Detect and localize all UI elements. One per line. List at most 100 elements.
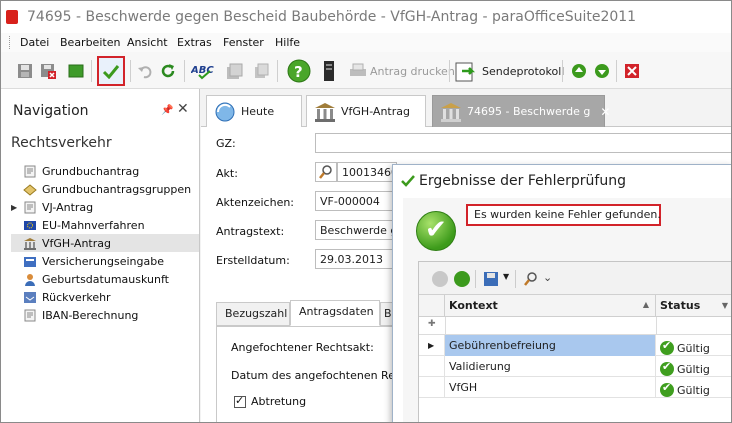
- menu-hilfe[interactable]: Hilfe: [275, 36, 300, 49]
- table-row[interactable]: Validierung Gültig: [419, 356, 731, 377]
- undo-icon: [138, 66, 152, 79]
- grid-up-icon[interactable]: [432, 271, 448, 287]
- refresh-icon: [161, 64, 175, 78]
- menu-fenster[interactable]: Fenster: [223, 36, 264, 49]
- nav-item-grundbuchantrag[interactable]: Grundbuchantrag: [11, 162, 199, 180]
- print-stack-button[interactable]: [250, 60, 272, 82]
- pin-icon[interactable]: 📌: [161, 105, 173, 116]
- menu-ansicht[interactable]: Ansicht: [127, 36, 168, 49]
- gz-input[interactable]: [315, 133, 731, 153]
- nav-item-grundbuchantragsgruppen[interactable]: Grundbuchantragsgruppen: [11, 180, 199, 198]
- disk-stack-icon: [227, 63, 243, 79]
- toolbar-separator: [130, 60, 131, 82]
- valid-check-icon: [660, 381, 674, 397]
- valid-check-icon: [660, 339, 674, 355]
- app-icon: [6, 10, 18, 24]
- save-close-icon: [41, 64, 56, 79]
- aktenzeichen-label: Aktenzeichen:: [216, 196, 295, 209]
- nav-item-eu-mahnverfahren[interactable]: EU-Mahnverfahren: [11, 216, 199, 234]
- print-button[interactable]: [347, 60, 369, 82]
- grid-down-icon[interactable]: [454, 271, 470, 287]
- grid-save-icon[interactable]: [483, 271, 499, 287]
- aktenzeichen-input[interactable]: VF-000004: [315, 191, 395, 211]
- abtretung-checkbox[interactable]: [234, 394, 246, 408]
- nav-item-vj-antrag[interactable]: ▶ VJ-Antrag: [11, 198, 199, 216]
- tab-heute[interactable]: Heute: [206, 95, 302, 127]
- subtab-bezugszahl[interactable]: Bezugszahl: [216, 302, 290, 326]
- menu-datei[interactable]: Datei: [20, 36, 49, 49]
- disk-stack-button[interactable]: [223, 60, 245, 82]
- tab-74695-beschwerde[interactable]: 74695 - Beschwerde g ✕: [432, 95, 610, 127]
- tab-close-icon[interactable]: ✕: [600, 105, 610, 119]
- spellcheck-button[interactable]: ABC: [191, 60, 217, 82]
- calculator-icon: [23, 309, 37, 322]
- move-up-button[interactable]: [568, 60, 590, 82]
- nav-item-vfgh-antrag[interactable]: VfGH-Antrag: [11, 234, 199, 252]
- table-row[interactable]: VfGH Gültig: [419, 377, 731, 398]
- navigation-close-icon[interactable]: ✕: [177, 101, 189, 117]
- toolbar-separator: [616, 60, 617, 82]
- results-grid: ▼ ⌄ Kontext ▲ Status ▼ ✚ ▶ Gebührenbefre…: [418, 261, 731, 422]
- column-status[interactable]: Status ▼: [656, 295, 731, 317]
- nav-item-iban-berechnung[interactable]: IBAN-Berechnung: [11, 306, 199, 324]
- refresh-button[interactable]: [157, 60, 179, 82]
- erstelldatum-input[interactable]: 29.03.2013: [315, 249, 395, 269]
- nav-item-versicherungseingabe[interactable]: Versicherungseingabe: [11, 252, 199, 270]
- close-icon: [625, 64, 639, 78]
- chevron-down-icon[interactable]: ⌄: [543, 271, 552, 284]
- grid-search-icon[interactable]: [523, 271, 539, 287]
- expand-arrow-icon[interactable]: ▶: [11, 203, 23, 212]
- nav-item-rueckverkehr[interactable]: Rückverkehr: [11, 288, 199, 306]
- grid-filter-row[interactable]: ✚: [419, 317, 731, 335]
- document-tabs: Heute VfGH-Antrag 74695 - Beschwerde g ✕: [201, 89, 731, 127]
- navigation-section-heading: Rechtsverkehr: [11, 135, 112, 151]
- save-close-button[interactable]: [37, 60, 59, 82]
- spellcheck-icon: ABC: [191, 65, 214, 80]
- sort-asc-icon: ▲: [642, 300, 649, 309]
- filter-icon: ✚: [428, 319, 436, 329]
- search-icon: [319, 165, 332, 179]
- toolbar-separator: [91, 60, 92, 82]
- menu-extras[interactable]: Extras: [177, 36, 212, 49]
- inbox-icon: [23, 291, 37, 304]
- dialog-title: Ergebnisse der Fehlerprüfung: [419, 173, 626, 189]
- akt-input[interactable]: 10013460-: [337, 162, 397, 182]
- antrag-drucken-button[interactable]: Antrag drucken: [370, 65, 455, 78]
- toolbar-separator: [184, 60, 185, 82]
- app-window: 74695 - Beschwerde gegen Bescheid Baubeh…: [0, 0, 732, 423]
- insurance-icon: [23, 255, 37, 268]
- valid-check-icon: [660, 360, 674, 376]
- subtab-antragsdaten[interactable]: Antragsdaten: [290, 300, 380, 326]
- akt-search-button[interactable]: [315, 162, 337, 182]
- table-row[interactable]: ▶ Gebührenbefreiung Gültig: [419, 335, 731, 356]
- globe-refresh-icon: [213, 101, 237, 123]
- abtretung-checkbox-row[interactable]: Abtretung: [234, 394, 306, 408]
- server-button[interactable]: [318, 60, 340, 82]
- filter-dropdown-icon[interactable]: ▼: [722, 301, 728, 310]
- close-button[interactable]: [621, 60, 643, 82]
- grid-toolbar: ▼ ⌄: [419, 262, 731, 295]
- window-title: 74695 - Beschwerde gegen Bescheid Baubeh…: [27, 9, 637, 25]
- stop-button[interactable]: [65, 60, 87, 82]
- sendeprotokoll-button[interactable]: Sendeprotokoll: [482, 65, 564, 78]
- document-icon: [23, 201, 37, 214]
- tab-vfgh-antrag[interactable]: VfGH-Antrag: [306, 95, 426, 127]
- check-icon: [401, 175, 415, 187]
- antragstext-input[interactable]: Beschwerde ge: [315, 220, 395, 240]
- column-kontext[interactable]: Kontext ▲: [445, 295, 656, 317]
- undo-button[interactable]: [134, 60, 156, 82]
- akt-label: Akt:: [216, 167, 238, 180]
- menu-bearbeiten[interactable]: Bearbeiten: [60, 36, 120, 49]
- help-icon: ?: [287, 59, 311, 83]
- move-down-button[interactable]: [591, 60, 613, 82]
- grid-header: Kontext ▲ Status ▼: [419, 295, 731, 317]
- help-button[interactable]: ?: [286, 58, 312, 84]
- chevron-down-icon[interactable]: ▼: [503, 272, 509, 281]
- send-icon: [455, 62, 476, 82]
- court-building-icon: [313, 101, 337, 123]
- send-button[interactable]: [453, 58, 479, 84]
- save-button[interactable]: [14, 60, 36, 82]
- check-button[interactable]: [97, 56, 125, 86]
- court-building-icon: [23, 237, 37, 250]
- nav-item-geburtsdatumauskunft[interactable]: Geburtsdatumauskunft: [11, 270, 199, 288]
